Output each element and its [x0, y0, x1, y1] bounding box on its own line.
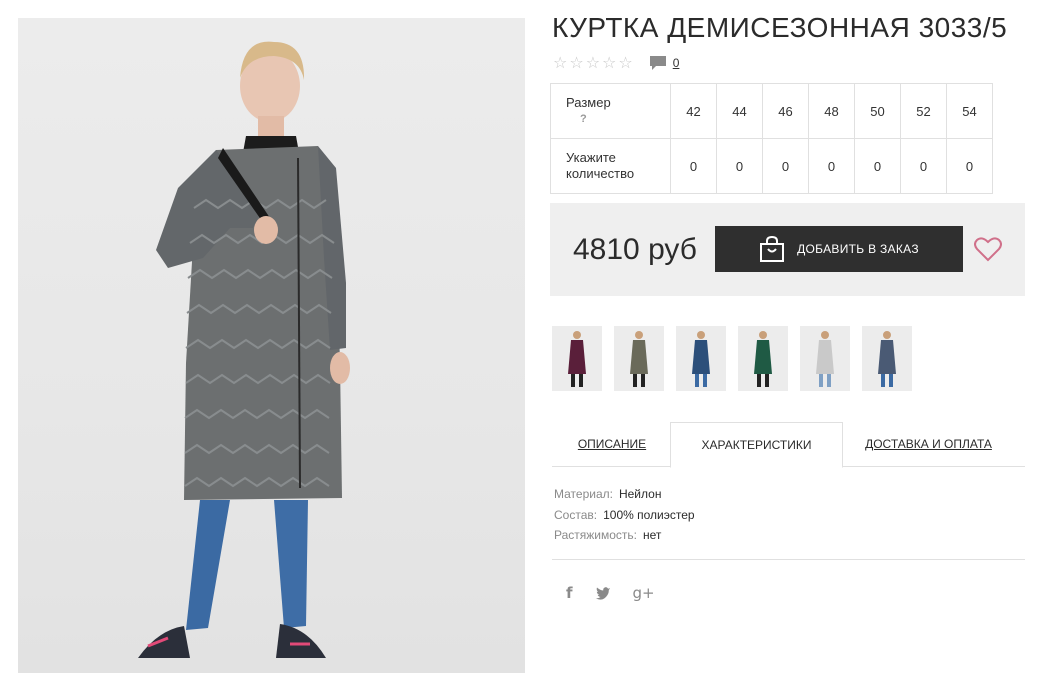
- size-cell: 46: [762, 83, 809, 139]
- property-value: Нейлон: [618, 487, 662, 501]
- rating-row: ☆ ☆ ☆ ☆ ☆ 0: [553, 55, 679, 71]
- price: 4810 руб: [573, 233, 697, 266]
- thumbnail-green[interactable]: [738, 326, 788, 391]
- properties-list: Материал: Нейлон Состав: 100% полиэстер Ра…: [554, 484, 695, 546]
- google-plus-icon[interactable]: g+: [633, 584, 655, 602]
- size-cell: 42: [670, 83, 717, 139]
- product-main-photo[interactable]: [18, 18, 525, 673]
- thumbnail-blue[interactable]: [676, 326, 726, 391]
- facebook-icon[interactable]: f: [566, 584, 573, 602]
- review-count-link[interactable]: 0: [673, 56, 680, 70]
- quantity-row-label: Укажите количество: [550, 138, 671, 194]
- quantity-input[interactable]: 0: [808, 138, 855, 194]
- size-cell: 52: [900, 83, 947, 139]
- product-tabs: ОПИСАНИЕ ХАРАКТЕРИСТИКИ ДОСТАВКА И ОПЛАТ…: [552, 422, 1025, 468]
- tab-specs-label: ХАРАКТЕРИСТИКИ: [701, 438, 812, 452]
- property-value: 100% полиэстер: [603, 507, 695, 522]
- property-row: Растяжимость: нет: [554, 525, 695, 546]
- star-icon[interactable]: ☆: [602, 55, 616, 71]
- order-panel: 4810 руб ДОБАВИТЬ В ЗАКАЗ: [550, 203, 1025, 296]
- size-row-label: Размер ?: [550, 83, 671, 139]
- product-title: КУРТКА ДЕМИСЕЗОННАЯ 3033/5: [552, 12, 1008, 43]
- star-icon[interactable]: ☆: [553, 55, 567, 71]
- size-cell: 50: [854, 83, 901, 139]
- quantity-input[interactable]: 0: [900, 138, 947, 194]
- tab-delivery-label: ДОСТАВКА И ОПЛАТА: [865, 437, 992, 451]
- add-to-order-label: ДОБАВИТЬ В ЗАКАЗ: [797, 242, 919, 256]
- thumbnail-burgundy[interactable]: [552, 326, 602, 391]
- size-label: Размер: [566, 95, 611, 110]
- star-icon[interactable]: ☆: [586, 55, 600, 71]
- quantity-input[interactable]: 0: [854, 138, 901, 194]
- thumbnail-gallery: [552, 326, 924, 391]
- quantity-input[interactable]: 0: [946, 138, 993, 194]
- size-cell: 48: [808, 83, 855, 139]
- quantity-label-line1: Укажите: [566, 150, 616, 165]
- size-cell: 44: [716, 83, 763, 139]
- comment-icon[interactable]: [649, 55, 667, 71]
- tab-description-label: ОПИСАНИЕ: [577, 437, 647, 451]
- star-icon[interactable]: ☆: [569, 55, 583, 71]
- tab-delivery[interactable]: ДОСТАВКА И ОПЛАТА: [852, 422, 1005, 466]
- social-share: f g+: [566, 584, 677, 602]
- quantity-label-line2: количество: [566, 166, 635, 181]
- size-table: Размер ? 42 44 46 48 50 52 54 Укажите ко…: [550, 83, 993, 194]
- add-to-order-button[interactable]: ДОБАВИТЬ В ЗАКАЗ: [715, 226, 963, 272]
- thumbnail-light-grey[interactable]: [800, 326, 850, 391]
- property-row: Состав: 100% полиэстер: [554, 505, 695, 526]
- quantity-input[interactable]: 0: [716, 138, 763, 194]
- property-key: Материал:: [554, 487, 613, 501]
- quantity-input[interactable]: 0: [670, 138, 717, 194]
- thumbnail-slate[interactable]: [862, 326, 912, 391]
- size-help-link[interactable]: ?: [580, 111, 670, 127]
- heart-icon[interactable]: [974, 236, 1002, 262]
- shopping-bag-icon: [760, 235, 785, 262]
- twitter-icon[interactable]: [595, 586, 611, 600]
- section-divider: [552, 559, 1025, 560]
- quantity-input[interactable]: 0: [762, 138, 809, 194]
- property-value: нет: [643, 528, 662, 542]
- star-icon[interactable]: ☆: [618, 55, 632, 71]
- property-key: Состав:: [554, 507, 598, 522]
- tab-description[interactable]: ОПИСАНИЕ: [552, 422, 672, 466]
- property-row: Материал: Нейлон: [554, 484, 695, 505]
- tab-specs[interactable]: ХАРАКТЕРИСТИКИ: [670, 422, 843, 468]
- size-cell: 54: [946, 83, 993, 139]
- thumbnail-olive[interactable]: [614, 326, 664, 391]
- property-key: Растяжимость:: [554, 528, 638, 542]
